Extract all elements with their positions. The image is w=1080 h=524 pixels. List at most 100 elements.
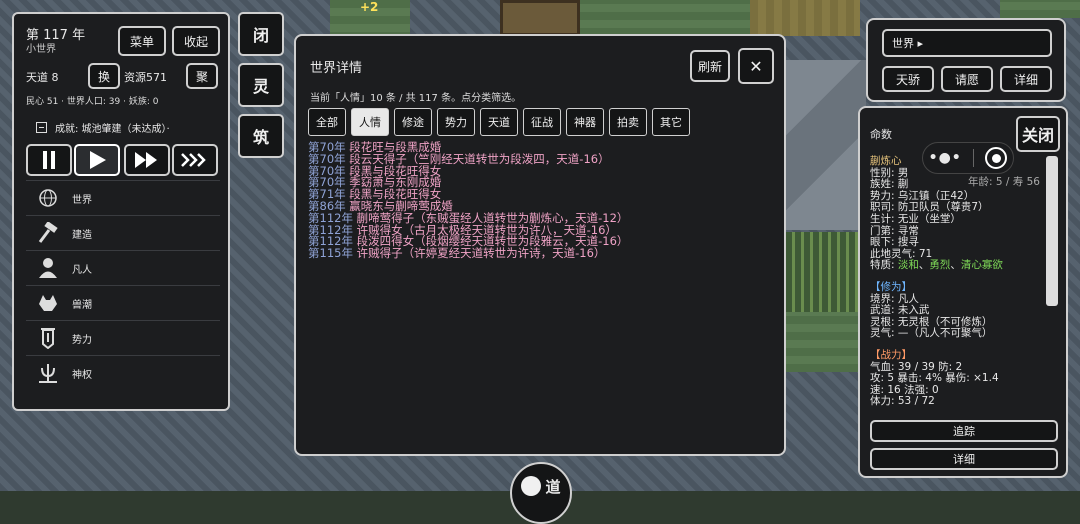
tab-build[interactable]: 筑 [238,114,284,158]
scrollbar[interactable] [1046,156,1058,306]
combat-lines: 气血: 39 / 39 防: 2 攻: 5 暴击: 4% 暴伤: ×1.4 速: 1… [870,361,1003,408]
filter-tab[interactable]: 全部 [308,108,346,136]
info-line: 攻: 5 暴击: 4% 暴伤: ×1.4 [870,372,999,385]
world-stats: 民心 51 · 世界人口: 39 · 妖族: 0 [26,97,159,107]
map-field-tile [786,232,866,312]
trait-sep: 、 [950,259,961,272]
map-grass-tile [786,312,866,372]
refresh-button[interactable]: 刷新 [690,50,730,82]
filter-tab[interactable]: 人情 [351,108,389,136]
category-filters: 全部 人情 修途 势力 天道 征战 神器 拍卖 其它 [308,108,690,136]
menu-item-label: 凡人 [72,264,92,276]
character-info-panel: 命数 关闭 •●• 蒯炼心 性别: 男族姓: 蒯势力: 乌江镇（正42） 职司: … [858,106,1068,478]
menu-item-build[interactable]: 建造 [26,215,220,250]
tab-close-gate[interactable]: 闭 [238,12,284,56]
dao-label: 道 [545,478,561,496]
menu-item-label: 势力 [72,334,92,346]
event-text: 许贼得子（许婷夏经天道转世为许诗，天道-16） [356,246,606,261]
character-block: 蒯炼心 性别: 男族姓: 蒯势力: 乌江镇（正42） 职司: 防卫队员（尊贵7）生… [870,155,1003,408]
fate-header: 命数 [870,128,892,141]
left-status-panel: 第 117 年 小世界 菜单 收起 天道 8 换 资源571 聚 民心 51 ·… [12,12,230,411]
achievement-label: 成就: 城池肇建（未达成）· [55,124,170,135]
world-select[interactable]: 世界 ▸ [882,29,1052,57]
map-building [500,0,580,36]
detail-info-button[interactable]: 详细 [870,448,1058,470]
tab-spirit[interactable]: 灵 [238,63,284,107]
age-label: 年龄: 5 / 寿 56 [968,176,1040,188]
map-mountain-tile [786,60,866,230]
close-button[interactable]: 关闭 [1016,116,1060,152]
dao-icon [521,476,542,496]
play-button[interactable] [74,144,120,176]
info-line: 灵气: —（凡人不可聚气） [870,327,993,340]
menu-item-label: 建造 [72,229,92,241]
trident-icon [36,361,60,385]
menu-item-divine[interactable]: 神权 [26,355,220,390]
petition-button[interactable]: 请愿 [941,66,993,92]
track-button[interactable]: 追踪 [870,420,1058,442]
fast-forward-button[interactable] [124,144,170,176]
combat-header: 【战力】 [870,348,912,361]
pause-button[interactable] [26,144,72,176]
menu-item-label: 兽潮 [72,299,92,311]
world-selector-panel: 世界 ▸ 天骄 请愿 详细 [866,18,1066,102]
menu-item-label: 神权 [72,369,92,381]
character-name: 蒯炼心 [870,155,902,167]
world-details-dialog: 世界详情 刷新 ✕ 当前「人情」10 条 / 共 117 条。点分类筛选。 全部… [294,34,786,456]
close-icon[interactable]: ✕ [738,48,774,84]
menu-item-world[interactable]: 世界 [26,180,220,215]
menu-button[interactable]: 菜单 [118,26,166,56]
resource-value: 资源571 [124,71,167,84]
heroes-button[interactable]: 天骄 [882,66,934,92]
achievement-row[interactable]: 成就: 城池肇建（未达成）· [36,120,170,135]
filter-tab[interactable]: 神器 [566,108,604,136]
fastest-icon [181,153,206,167]
filter-tab[interactable]: 势力 [437,108,475,136]
filter-tab[interactable]: 其它 [652,108,690,136]
globe-icon [36,186,60,210]
pause-icon [43,151,55,169]
trait-1: 淡和 [897,259,919,272]
achievement-icon [36,122,47,133]
menu-item-mortal[interactable]: 凡人 [26,250,220,285]
dialog-title: 世界详情 [310,61,363,76]
person-icon [36,256,60,280]
map-grass-tile [580,0,750,36]
menu-item-beast-tide[interactable]: 兽潮 [26,285,220,320]
fastest-button[interactable] [172,144,218,176]
filter-tab[interactable]: 修途 [394,108,432,136]
filter-tab[interactable]: 拍卖 [609,108,647,136]
menu-item-faction[interactable]: 势力 [26,320,220,355]
swap-button[interactable]: 换 [88,63,120,89]
cultivation-lines: 境界: 凡人 武道: 未入武 灵根: 无灵根（不可修炼） 灵气: —（凡人不可聚气） [870,293,1003,340]
trait-2: 勇烈 [929,259,951,272]
gather-button[interactable]: 聚 [186,63,218,89]
play-icon [90,151,106,169]
traits-label: 特质: [870,259,898,272]
trait-sep: 、 [918,259,930,272]
hammer-icon [36,221,60,245]
map-grass-tile [1000,0,1080,18]
filter-tab[interactable]: 征战 [523,108,561,136]
map-sand-tile [750,0,860,36]
banner-icon [36,326,60,350]
event-year: 第115年 [308,246,353,261]
filter-summary: 当前「人情」10 条 / 共 117 条。点分类筛选。 [310,93,522,104]
map-float-text: +2 [360,0,379,14]
fast-forward-icon [135,152,157,168]
cultivation-header: 【修为】 [870,280,912,293]
dao-button[interactable]: 道 [510,462,572,524]
collapse-button[interactable]: 收起 [172,26,220,56]
filter-tab[interactable]: 天道 [480,108,518,136]
world-name-label: 小世界 [26,44,56,55]
trait-3: 清心寡欲 [960,259,1003,272]
function-menu: 世界 建造 凡人 兽潮 势力 神权 [26,180,220,390]
info-line: 生计: 无业（坐堂） [870,212,961,225]
info-line: 体力: 53 / 72 [870,395,935,408]
traits-row: 特质: 淡和、勇烈、清心寡欲 [870,260,1003,272]
detail-button[interactable]: 详细 [1000,66,1052,92]
menu-item-label: 世界 [72,194,92,206]
event-list: 第70年 段花旺与段黑成婚 第70年 段云天得子（竺刚经天道转世为段泼四，天道-1… [308,141,628,261]
wolf-icon [36,291,60,315]
tiandao-value: 天道 8 [26,71,59,84]
